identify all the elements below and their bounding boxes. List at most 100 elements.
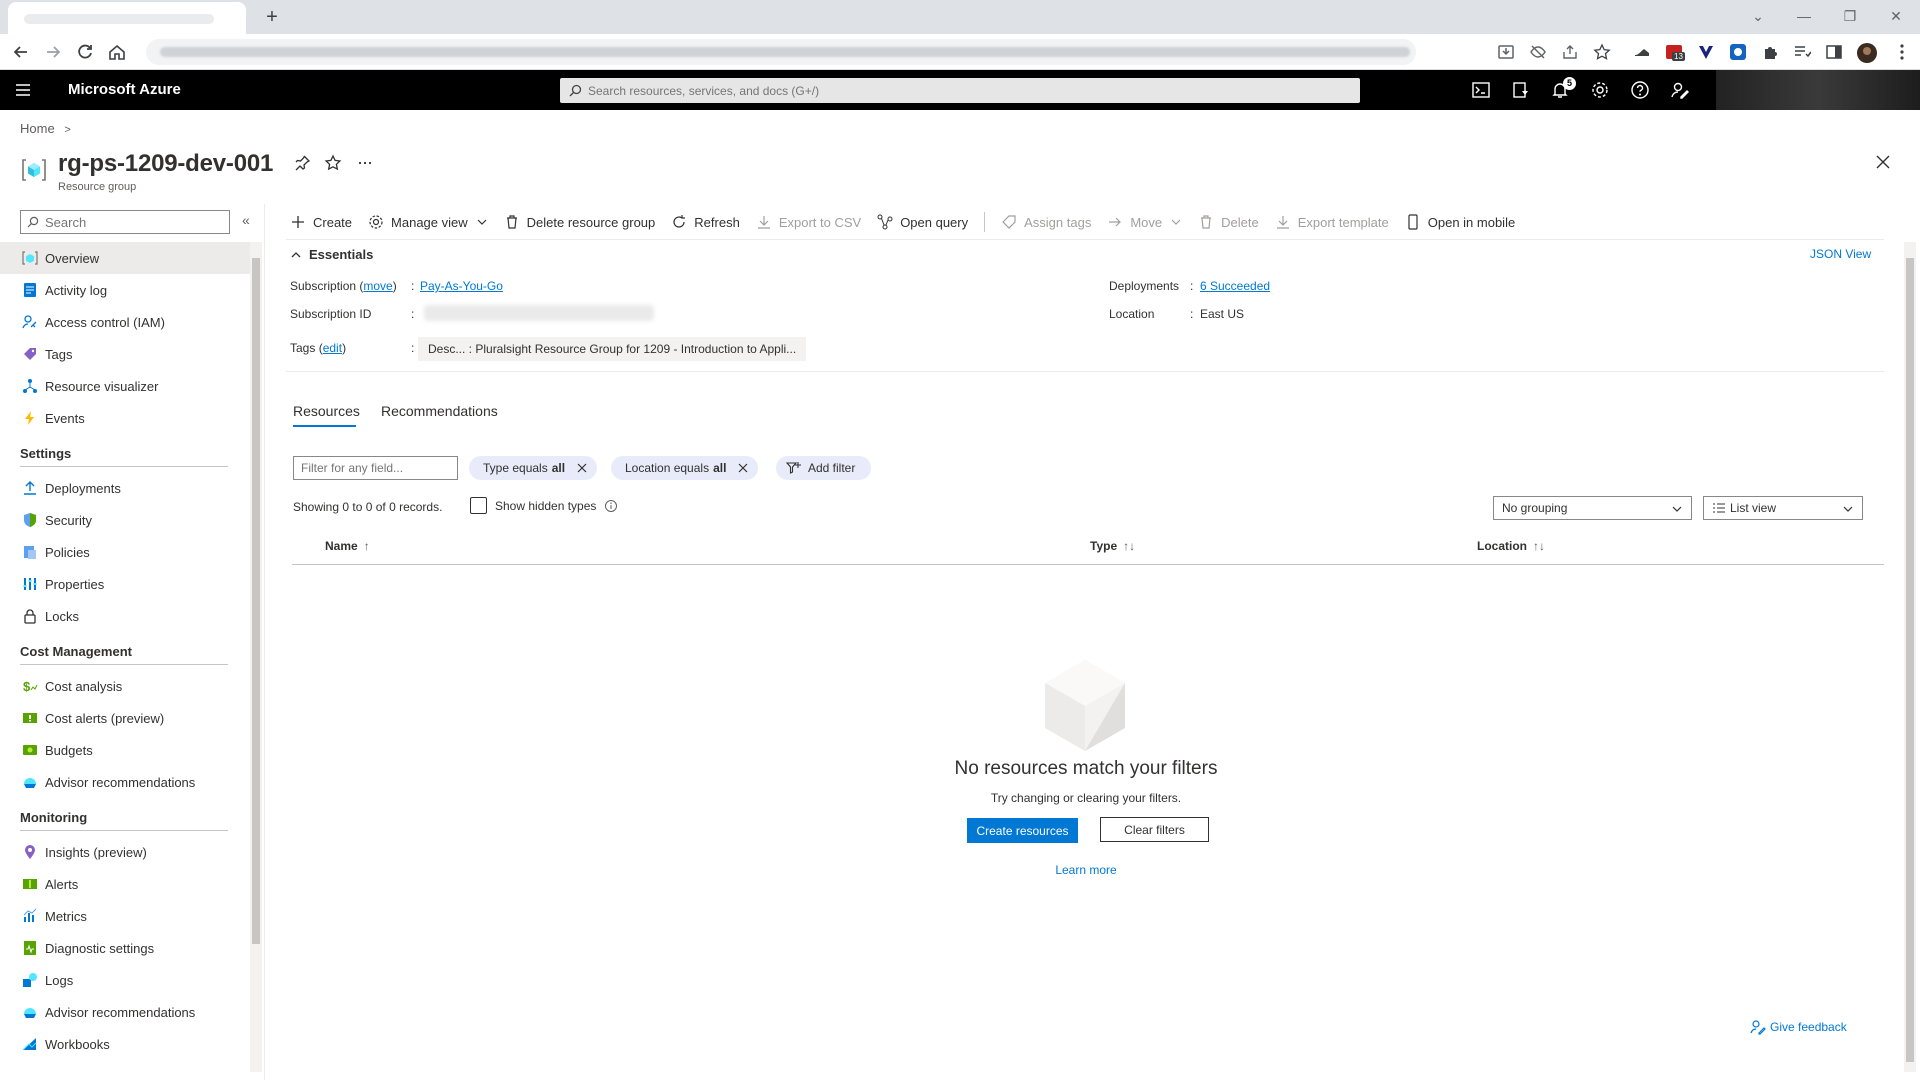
nav-item-cost-analysis[interactable]: $ Cost analysis xyxy=(0,670,250,702)
close-icon[interactable] xyxy=(1874,153,1894,173)
global-search-input[interactable] xyxy=(588,80,1348,101)
browser-tab[interactable] xyxy=(8,2,246,34)
nav-item-activity-log[interactable]: Activity log xyxy=(0,274,250,306)
install-icon[interactable] xyxy=(1497,43,1515,61)
minimize-button[interactable]: — xyxy=(1792,6,1816,26)
type-filter-pill[interactable]: Type equals all xyxy=(469,456,598,480)
give-feedback-link[interactable]: Give feedback xyxy=(1750,1019,1847,1035)
deployments-link[interactable]: 6 Succeeded xyxy=(1200,279,1270,293)
new-tab-button[interactable]: + xyxy=(262,7,282,28)
extension-blue-icon[interactable] xyxy=(1729,43,1747,61)
assign-tags-button[interactable]: Assign tags xyxy=(1001,214,1091,230)
settings-gear-icon[interactable] xyxy=(1590,80,1610,100)
add-filter-button[interactable]: Add filter xyxy=(776,456,872,480)
location-filter-pill[interactable]: Location equals all xyxy=(611,456,759,480)
filter-input[interactable] xyxy=(293,456,458,480)
hamburger-menu-icon[interactable] xyxy=(14,81,34,99)
nav-item-security[interactable]: Security xyxy=(0,504,250,536)
restore-button[interactable]: ❐ xyxy=(1838,6,1862,26)
feedback-icon[interactable] xyxy=(1670,80,1690,100)
share-icon[interactable] xyxy=(1561,43,1579,61)
clear-filters-button[interactable]: Clear filters xyxy=(1100,817,1209,842)
nav-item-properties[interactable]: Properties xyxy=(0,568,250,600)
profile-avatar[interactable] xyxy=(1857,43,1877,63)
manage-view-button[interactable]: Manage view xyxy=(368,214,488,230)
tab-recommendations[interactable]: Recommendations xyxy=(381,403,498,419)
column-header-location[interactable]: Location ↑↓ xyxy=(1477,539,1545,553)
delete-button[interactable]: Delete xyxy=(1198,214,1259,230)
eye-off-icon[interactable] xyxy=(1529,43,1547,61)
column-header-name[interactable]: Name ↑ xyxy=(325,539,370,553)
export-template-button[interactable]: Export template xyxy=(1275,214,1389,230)
back-icon[interactable] xyxy=(10,41,32,63)
favorite-star-icon[interactable] xyxy=(324,154,342,172)
breadcrumb-home-link[interactable]: Home xyxy=(20,121,55,136)
subscription-link[interactable]: Pay-As-You-Go xyxy=(420,279,503,293)
nav-item-locks[interactable]: Locks xyxy=(0,600,250,632)
nav-item-resource-visualizer[interactable]: Resource visualizer xyxy=(0,370,250,402)
edit-tags-link[interactable]: edit xyxy=(323,341,342,355)
close-window-button[interactable]: ✕ xyxy=(1884,6,1908,26)
learn-more-link[interactable]: Learn more xyxy=(886,863,1286,877)
tag-chip[interactable]: Desc... : Pluralsight Resource Group for… xyxy=(418,337,807,361)
column-header-type[interactable]: Type ↑↓ xyxy=(1090,539,1135,553)
extension-sneaker-icon[interactable] xyxy=(1633,43,1651,61)
tab-resources[interactable]: Resources xyxy=(293,403,360,419)
nav-item-metrics[interactable]: Metrics xyxy=(0,900,250,932)
collapse-nav-button[interactable]: « xyxy=(242,212,250,228)
nav-search-input[interactable] xyxy=(45,213,225,231)
nav-item-workbooks[interactable]: Workbooks xyxy=(0,1028,250,1060)
move-subscription-link[interactable]: move xyxy=(363,279,392,293)
nav-item-policies[interactable]: Policies xyxy=(0,536,250,568)
extension-v-icon[interactable] xyxy=(1697,43,1715,61)
nav-item-deployments[interactable]: Deployments xyxy=(0,472,250,504)
cloud-shell-icon[interactable] xyxy=(1471,80,1491,100)
nav-item-tags[interactable]: Tags xyxy=(0,338,250,370)
nav-item-insights[interactable]: Insights (preview) xyxy=(0,836,250,868)
side-panel-icon[interactable] xyxy=(1825,43,1843,61)
help-icon[interactable] xyxy=(1630,80,1650,100)
nav-item-logs[interactable]: Logs xyxy=(0,964,250,996)
nav-item-advisor-recommendations[interactable]: Advisor recommendations xyxy=(0,766,250,798)
nav-item-cost-alerts[interactable]: Cost alerts (preview) xyxy=(0,702,250,734)
tab-search-button[interactable]: ⌄ xyxy=(1746,6,1770,26)
reload-icon[interactable] xyxy=(74,41,96,63)
nav-item-budgets[interactable]: Budgets xyxy=(0,734,250,766)
open-in-mobile-button[interactable]: Open in mobile xyxy=(1405,214,1515,230)
nav-item-iam[interactable]: Access control (IAM) xyxy=(0,306,250,338)
essentials-toggle[interactable]: Essentials xyxy=(290,247,373,262)
delete-resource-group-button[interactable]: Delete resource group xyxy=(504,214,655,230)
nav-item-advisor-recommendations-2[interactable]: Advisor recommendations xyxy=(0,996,250,1028)
address-bar[interactable] xyxy=(146,39,1416,65)
reading-list-icon[interactable] xyxy=(1793,43,1811,61)
nav-item-events[interactable]: Events xyxy=(0,402,250,434)
nav-item-alerts[interactable]: Alerts xyxy=(0,868,250,900)
bookmark-star-icon[interactable] xyxy=(1593,43,1611,61)
create-resources-button[interactable]: Create resources xyxy=(967,818,1078,843)
nav-item-diagnostic-settings[interactable]: Diagnostic settings xyxy=(0,932,250,964)
open-query-button[interactable]: Open query xyxy=(877,214,968,230)
azure-brand[interactable]: Microsoft Azure xyxy=(68,81,181,98)
global-search[interactable] xyxy=(560,78,1360,103)
grouping-dropdown[interactable]: No grouping xyxy=(1493,496,1692,520)
forward-icon[interactable] xyxy=(42,41,64,63)
move-button[interactable]: Move xyxy=(1107,214,1182,230)
create-button[interactable]: Create xyxy=(290,214,352,230)
nav-item-overview[interactable]: Overview xyxy=(0,242,250,274)
json-view-link[interactable]: JSON View xyxy=(1810,247,1871,261)
export-csv-button[interactable]: Export to CSV xyxy=(756,214,861,230)
main-scrollbar-thumb[interactable] xyxy=(1906,258,1914,1062)
browser-menu-icon[interactable] xyxy=(1893,43,1911,61)
extension-red-icon[interactable]: 13 xyxy=(1665,43,1685,61)
account-info-blurred[interactable] xyxy=(1716,70,1920,110)
nav-scrollbar-thumb[interactable] xyxy=(252,258,260,944)
view-dropdown[interactable]: List view xyxy=(1703,496,1863,520)
nav-search-box[interactable] xyxy=(20,210,230,234)
show-hidden-checkbox[interactable] xyxy=(470,497,487,514)
show-hidden-types[interactable]: Show hidden types xyxy=(470,497,618,514)
directory-filter-icon[interactable] xyxy=(1511,80,1531,100)
home-icon[interactable] xyxy=(106,41,128,63)
refresh-button[interactable]: Refresh xyxy=(671,214,740,230)
pin-icon[interactable] xyxy=(293,154,311,172)
extensions-puzzle-icon[interactable] xyxy=(1761,43,1779,61)
